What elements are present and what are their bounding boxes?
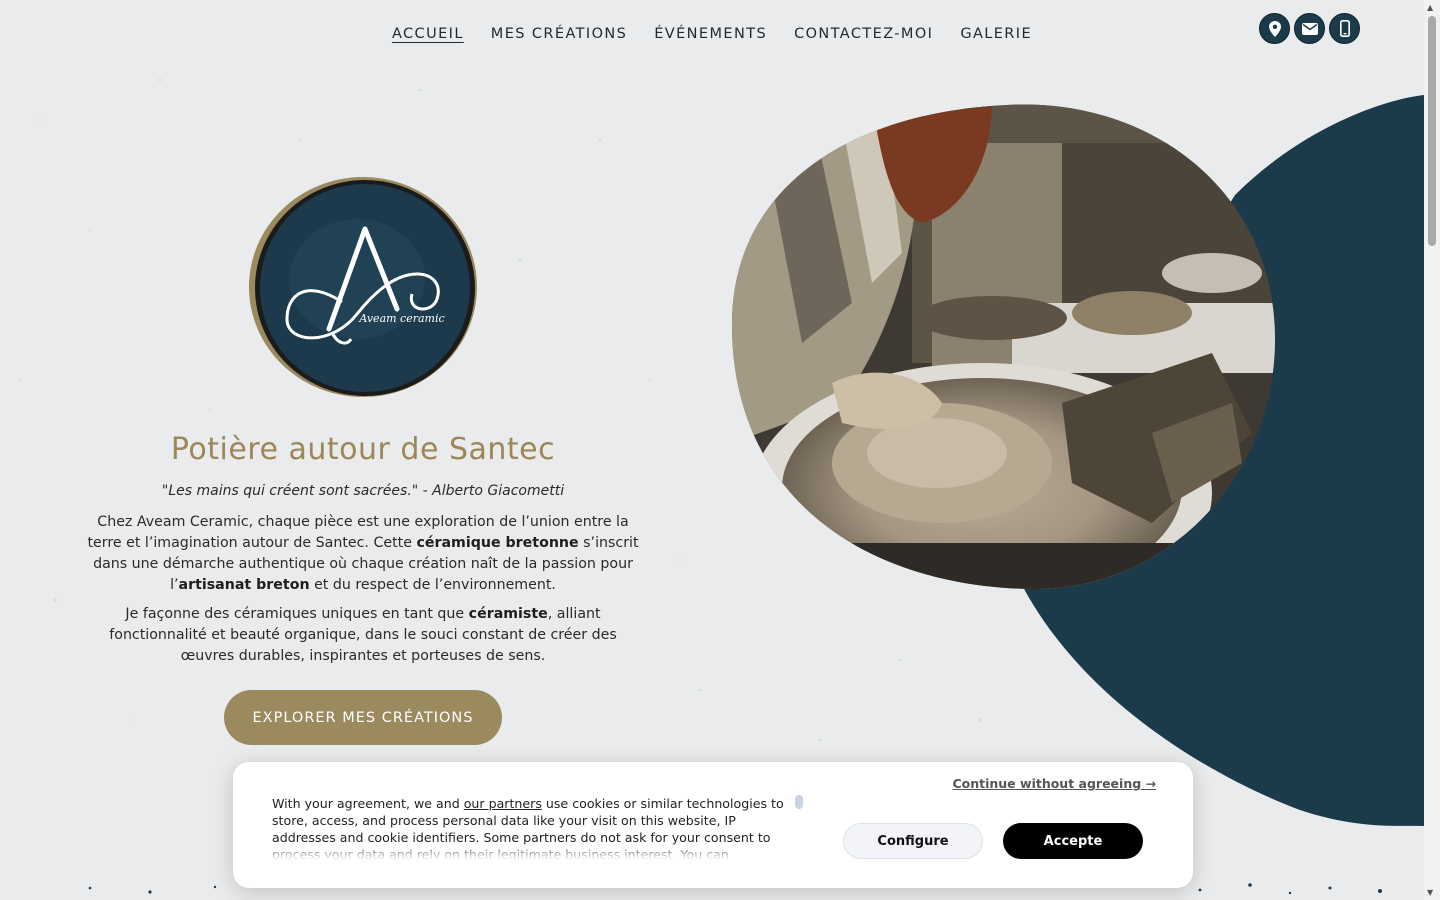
cookie-text-fade xyxy=(272,842,792,860)
explore-creations-button[interactable]: EXPLORER MES CRÉATIONS xyxy=(224,690,502,745)
mail-icon[interactable] xyxy=(1294,13,1325,44)
scroll-down-icon[interactable]: ▼ xyxy=(1427,888,1433,897)
aveam-ceramic-logo: Aveam ceramic xyxy=(249,177,477,397)
contact-icons xyxy=(1259,13,1360,44)
potter-photo xyxy=(732,104,1276,590)
location-pin-icon[interactable] xyxy=(1259,13,1290,44)
cookie-text-scrollbar[interactable] xyxy=(795,795,803,809)
our-partners-link[interactable]: our partners xyxy=(464,796,542,811)
page-scrollbar[interactable]: ▲ ▼ xyxy=(1424,0,1440,900)
phone-icon[interactable] xyxy=(1329,13,1360,44)
continue-without-agreeing-link[interactable]: Continue without agreeing → xyxy=(952,776,1156,791)
logo-wordmark: Aveam ceramic xyxy=(358,312,444,325)
page-title: Potière autour de Santec xyxy=(170,432,556,467)
configure-button[interactable]: Configure xyxy=(843,823,983,859)
accept-button[interactable]: Accepte xyxy=(1003,823,1143,859)
ceramist-paragraph: Je façonne des céramiques uniques en tan… xyxy=(109,606,617,664)
nav-item-accueil[interactable]: ACCUEIL xyxy=(392,24,464,44)
nav-item-evenements[interactable]: ÉVÉNEMENTS xyxy=(654,24,767,44)
nav-item-contactez-moi[interactable]: CONTACTEZ-MOI xyxy=(794,24,933,44)
cookie-consent-banner: Continue without agreeing → With your ag… xyxy=(233,762,1193,888)
scroll-up-icon[interactable]: ▲ xyxy=(1427,3,1433,12)
intro-paragraph: Chez Aveam Ceramic, chaque pièce est une… xyxy=(87,514,639,593)
nav-item-mes-creations[interactable]: MES CRÉATIONS xyxy=(491,24,627,44)
scrollbar-thumb[interactable] xyxy=(1428,16,1436,246)
nav-item-galerie[interactable]: GALERIE xyxy=(960,24,1032,44)
hero-quote: "Les mains qui créent sont sacrées." - A… xyxy=(161,483,565,499)
main-nav: ACCUEIL MES CRÉATIONS ÉVÉNEMENTS CONTACT… xyxy=(0,24,1424,44)
